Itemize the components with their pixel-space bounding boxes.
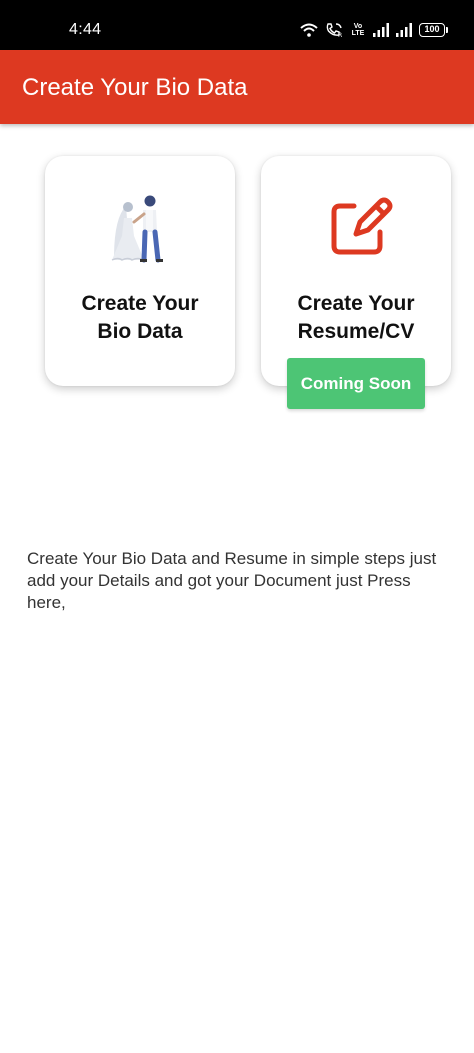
- wifi-icon: [300, 23, 318, 37]
- signal-icon: [373, 23, 389, 37]
- status-time: 4:44: [69, 21, 102, 38]
- battery-tip: [446, 27, 448, 33]
- create-bio-data-label: Create Your Bio Data: [81, 292, 199, 343]
- wifi-calling-icon: R: [326, 23, 342, 38]
- wedding-couple-icon: [111, 195, 163, 263]
- volte-bottom-label: LTE: [351, 30, 365, 37]
- create-bio-data-card[interactable]: Create Your Bio Data: [45, 156, 235, 386]
- status-bar: 4:44 R Vo LTE 100: [0, 0, 474, 50]
- battery-level: 100: [419, 23, 445, 37]
- app-bar: Create Your Bio Data: [0, 50, 474, 124]
- create-resume-label: Create Your Resume/CV: [297, 292, 415, 343]
- signal-icon: [396, 23, 412, 37]
- battery-icon: 100: [419, 23, 448, 37]
- svg-text:R: R: [338, 32, 342, 38]
- create-resume-card[interactable]: Create Your Resume/CV: [261, 156, 451, 386]
- status-icons: R Vo LTE 100: [300, 20, 448, 40]
- volte-icon: Vo LTE: [350, 23, 366, 37]
- app-title: Create Your Bio Data: [22, 74, 248, 101]
- description-text: Create Your Bio Data and Resume in simpl…: [27, 549, 437, 612]
- coming-soon-button[interactable]: Coming Soon: [287, 358, 425, 409]
- edit-icon: [331, 197, 393, 255]
- volte-top-label: Vo: [353, 23, 363, 30]
